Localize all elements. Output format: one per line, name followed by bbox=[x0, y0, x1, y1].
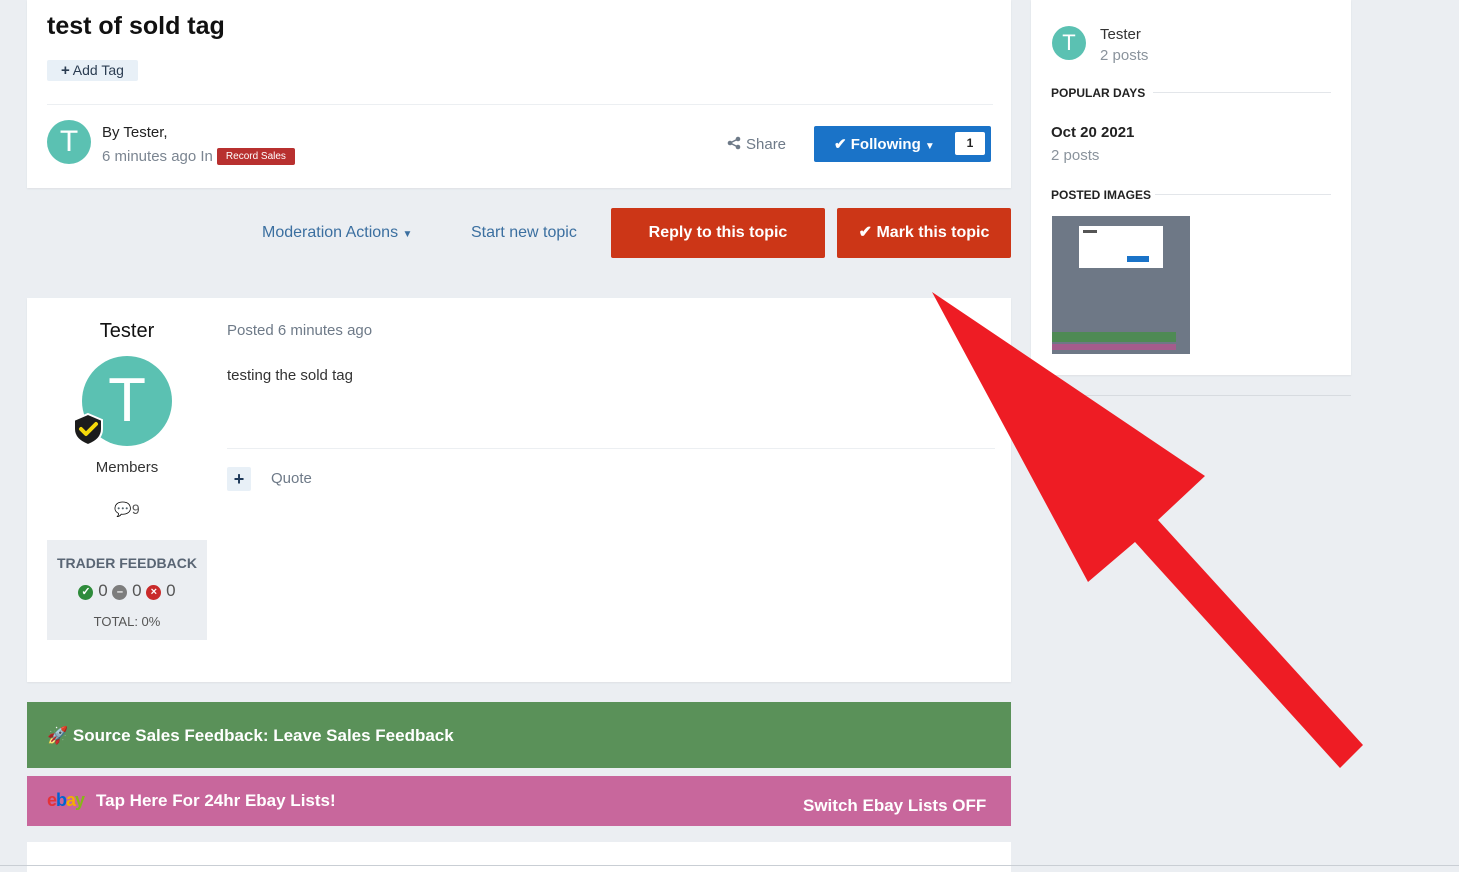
mark-topic-label: Mark this topic bbox=[876, 224, 990, 241]
share-button[interactable]: Share bbox=[727, 136, 786, 153]
following-count: 1 bbox=[955, 132, 985, 155]
forum-badge[interactable]: Record Sales bbox=[216, 148, 295, 165]
negative-icon: × bbox=[146, 585, 162, 600]
footer-card bbox=[27, 842, 1011, 872]
negative-count: 0 bbox=[166, 581, 176, 600]
start-new-topic-link[interactable]: Start new topic bbox=[471, 224, 577, 242]
post-content: testing the sold tag bbox=[227, 367, 353, 384]
divider bbox=[1153, 92, 1331, 93]
mark-topic-button[interactable]: ✔ Mark this topic bbox=[837, 208, 1011, 258]
share-label: Share bbox=[746, 136, 787, 153]
add-tag-button[interactable]: + Add Tag bbox=[47, 60, 138, 81]
check-icon: ✔ bbox=[858, 224, 873, 241]
share-icon bbox=[727, 136, 741, 150]
post-timestamp: Posted 6 minutes ago bbox=[227, 322, 373, 339]
popular-day-posts: 2 posts bbox=[1051, 147, 1100, 164]
divider bbox=[47, 104, 993, 105]
time-text: 6 minutes ago In bbox=[102, 148, 213, 165]
popular-days-heading: POPULAR DAYS bbox=[1051, 86, 1146, 100]
page-title: test of sold tag bbox=[47, 12, 225, 40]
plus-icon: + bbox=[61, 62, 70, 79]
neutral-icon: – bbox=[112, 585, 128, 600]
author-line[interactable]: By Tester, bbox=[102, 124, 168, 141]
sidebar: T Tester 2 posts POPULAR DAYS Oct 20 202… bbox=[1031, 0, 1351, 375]
following-label: Following bbox=[850, 136, 921, 153]
posted-image-thumbnail[interactable] bbox=[1052, 216, 1190, 354]
trader-feedback: TRADER FEEDBACK ✓ 0 – 0 × 0 TOTAL: 0% bbox=[47, 540, 207, 640]
avatar[interactable]: T bbox=[1052, 26, 1086, 60]
feedback-banner-text: Source Sales Feedback: Leave Sales Feedb… bbox=[72, 726, 454, 745]
reply-button[interactable]: Reply to this topic bbox=[611, 208, 825, 258]
ebay-banner[interactable]: ebay Tap Here For 24hr Ebay Lists! Switc… bbox=[27, 776, 1011, 826]
caret-down-icon: ▼ bbox=[924, 141, 935, 152]
ebay-switch-toggle[interactable]: Switch Ebay Lists OFF bbox=[803, 796, 986, 816]
topic-header: test of sold tag + Add Tag T By Tester, 6… bbox=[27, 0, 1011, 188]
divider bbox=[0, 865, 1459, 866]
feedback-counts: ✓ 0 – 0 × 0 bbox=[47, 581, 207, 601]
comment-icon: 💬 bbox=[114, 501, 132, 517]
moderation-label: Moderation Actions bbox=[262, 224, 399, 241]
add-tag-label: Add Tag bbox=[72, 62, 124, 78]
divider bbox=[227, 448, 995, 449]
positive-count: 0 bbox=[98, 581, 108, 600]
avatar[interactable]: T bbox=[47, 120, 91, 164]
feedback-title: TRADER FEEDBACK bbox=[57, 555, 197, 571]
check-icon: ✔ bbox=[834, 136, 847, 153]
post-count: 💬9 bbox=[114, 501, 140, 517]
popular-day-date[interactable]: Oct 20 2021 bbox=[1051, 124, 1134, 141]
thumbnail-dialog-preview bbox=[1079, 226, 1163, 268]
caret-down-icon: ▼ bbox=[402, 229, 413, 240]
shield-check-icon bbox=[73, 412, 103, 446]
posted-images-heading: POSTED IMAGES bbox=[1051, 188, 1152, 202]
top-poster-name[interactable]: Tester bbox=[1100, 26, 1141, 43]
top-poster-posts: 2 posts bbox=[1100, 47, 1149, 64]
ebay-logo: ebay bbox=[47, 790, 85, 810]
rocket-icon: 🚀 bbox=[47, 726, 69, 745]
post: Tester T Members 💬9 TRADER FEEDBACK ✓ 0 … bbox=[27, 298, 1011, 682]
ebay-banner-text: Tap Here For 24hr Ebay Lists! bbox=[96, 791, 336, 810]
divider bbox=[1155, 194, 1331, 195]
neutral-count: 0 bbox=[132, 581, 142, 600]
quote-button[interactable]: Quote bbox=[271, 470, 312, 487]
multiquote-button[interactable]: + bbox=[227, 467, 251, 491]
member-group: Members bbox=[95, 459, 159, 476]
feedback-total: TOTAL: 0% bbox=[93, 614, 161, 629]
feedback-banner[interactable]: 🚀 Source Sales Feedback: Leave Sales Fee… bbox=[27, 702, 1011, 768]
post-author-name[interactable]: Tester bbox=[27, 320, 227, 343]
topic-meta: 6 minutes ago In Record Sales bbox=[102, 148, 295, 165]
divider bbox=[1031, 395, 1351, 396]
positive-icon: ✓ bbox=[78, 585, 94, 600]
moderation-actions-menu[interactable]: Moderation Actions ▼ bbox=[262, 224, 412, 242]
following-button[interactable]: ✔ Following ▼ 1 bbox=[814, 126, 991, 162]
